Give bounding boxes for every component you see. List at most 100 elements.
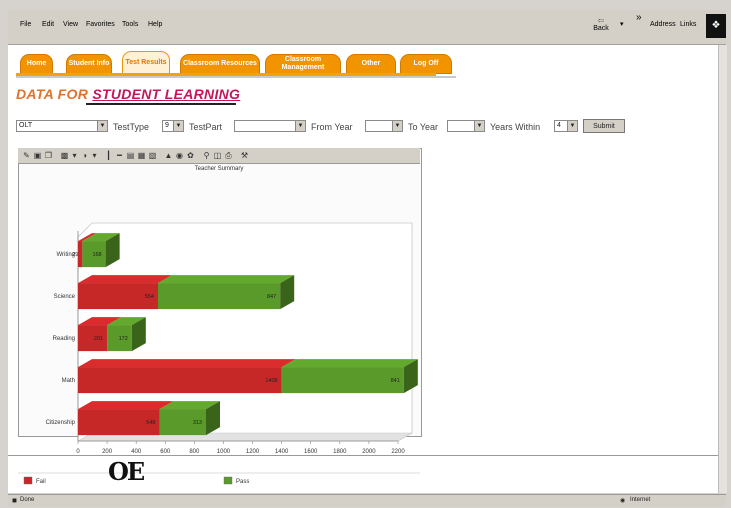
bar-top-face [78, 401, 174, 410]
title-underline [86, 103, 236, 105]
legend-icon[interactable]: ▤ [126, 151, 135, 160]
data-label: 201 [94, 336, 103, 342]
stacked-bar-chart: 0 200 400 600 800 1000 1200 1400 1600 1800 2000 220… [18, 222, 420, 485]
data-grid-icon[interactable]: ▦ [137, 151, 146, 160]
to-year-select[interactable]: ▼ [447, 120, 485, 132]
to-year-label: To Year [408, 122, 439, 132]
menu-tools[interactable]: Tools [122, 21, 138, 28]
windows-logo-icon: ❖ [706, 14, 726, 38]
tab-test-results[interactable]: Test Results [122, 51, 170, 75]
chevron-down-icon: ▼ [474, 121, 484, 131]
preview-icon[interactable]: ◫ [213, 151, 222, 160]
palette-dropdown-icon[interactable]: ▾ [90, 151, 99, 160]
page-content: Home Student Info Test Results Classroom… [8, 45, 718, 493]
chart-title: Teacher Summary [194, 166, 244, 172]
zone-text: Internet [630, 497, 651, 503]
submit-button[interactable]: Submit [583, 119, 625, 133]
text-icon[interactable]: ▧ [148, 151, 157, 160]
bar-segment [78, 367, 282, 394]
data-label: 548 [146, 420, 155, 426]
bar-segment [78, 241, 83, 268]
category-label: Writing [56, 252, 75, 258]
years-within-select[interactable]: 4 ▼ [554, 120, 578, 132]
page-status-icon: ◼ [12, 498, 17, 504]
grid-vertical-icon[interactable]: ┃ [104, 151, 113, 160]
test-type-label: TestType [113, 122, 150, 132]
data-label: 554 [145, 294, 154, 300]
color-icon[interactable]: ✿ [186, 151, 195, 160]
status-text: Done [20, 497, 35, 503]
tools-icon[interactable]: ⚒ [240, 151, 249, 160]
legend-swatch [223, 476, 233, 485]
zoom-icon[interactable]: ⚲ [202, 151, 211, 160]
menu-file[interactable]: File [20, 21, 31, 28]
chevron-down-icon: ▼ [173, 121, 183, 131]
chevron-down-icon: ▼ [295, 121, 305, 131]
tab-other[interactable]: Other [346, 54, 396, 74]
browser-toolbar: File Edit View Favorites Tools Help ⇦ Ba… [8, 10, 726, 45]
tab-divider [16, 76, 456, 78]
data-label: 168 [92, 252, 101, 258]
menu-edit[interactable]: Edit [42, 21, 54, 28]
category-label: Science [54, 294, 76, 300]
bar-top-face [158, 275, 295, 284]
vertical-scrollbar[interactable] [718, 45, 727, 493]
tab-classroom-resources[interactable]: Classroom Resources [180, 54, 260, 74]
grid-horizontal-icon[interactable]: ━ [115, 151, 124, 160]
page-title-emphasis: STUDENT LEARNING [92, 86, 241, 102]
print-icon[interactable]: ⎙ [224, 151, 233, 160]
legend-swatch [23, 476, 33, 485]
copy-icon[interactable]: ❐ [44, 151, 53, 160]
page-title-prefix: DATA FOR [16, 86, 93, 102]
data-label: 847 [267, 294, 276, 300]
menu-view[interactable]: View [63, 21, 78, 28]
back-button[interactable]: ⇦ Back [590, 16, 612, 32]
zone-icon: ◉ [620, 498, 626, 504]
back-arrow-icon: ⇦ [597, 16, 605, 25]
from-year-label: From Year [311, 122, 353, 132]
chevron-down-icon: ▼ [392, 121, 402, 131]
data-label: 1408 [265, 378, 277, 384]
address-label: Address [650, 21, 676, 28]
chart-type-icon[interactable]: ▩ [60, 151, 69, 160]
oe-logo: OE [108, 457, 145, 486]
menu-help[interactable]: Help [148, 21, 162, 28]
data-label: 313 [193, 420, 202, 426]
test-part-select[interactable]: ▼ [234, 120, 306, 132]
3d-icon[interactable]: ▲ [164, 151, 173, 160]
legend-label: Fail [36, 479, 46, 485]
bar-top-face [78, 359, 296, 368]
tab-log-off[interactable]: Log Off [400, 54, 452, 74]
legend-label: Pass [236, 479, 249, 485]
test-type-select[interactable]: 9 ▼ [162, 120, 184, 132]
rotate-icon[interactable]: ◉ [175, 151, 184, 160]
chevron-down-icon: ▼ [97, 121, 107, 131]
from-year-select[interactable]: ▼ [365, 120, 403, 132]
bar-segment [281, 367, 404, 394]
status-bar: ◼ Done ◉ Internet [8, 494, 726, 507]
links-label[interactable]: Links [680, 21, 696, 28]
tab-home[interactable]: Home [20, 54, 53, 74]
chart-type-dropdown-icon[interactable]: ▾ [70, 151, 79, 160]
test-part-label: TestPart [189, 122, 223, 132]
back-dropdown-icon[interactable]: ▾ [620, 20, 624, 28]
save-icon[interactable]: ▣ [33, 151, 42, 160]
category-label: Math [62, 378, 75, 384]
toolbar-chevron-icon[interactable]: » [636, 12, 642, 23]
chevron-down-icon: ▼ [567, 121, 577, 131]
category-label: Citizenship [46, 420, 76, 426]
edit-icon[interactable]: ✎ [22, 151, 31, 160]
tab-student-info[interactable]: Student Info [66, 54, 112, 74]
footer-divider [8, 455, 718, 456]
category-label: Reading [53, 336, 75, 342]
test-select[interactable]: OLT ▼ [16, 120, 108, 132]
menu-favorites[interactable]: Favorites [86, 21, 115, 28]
tab-classroom-management[interactable]: Classroom Management [265, 54, 341, 74]
data-label: 841 [391, 378, 400, 384]
chart-toolbar: ✎ ▣ ❐ ▩ ▾ ◑ ▾ ┃ ━ ▤ ▦ ▧ ▲ ◉ ✿ ⚲ ◫ ⎙ ⚒ [18, 148, 420, 164]
bar-segment [158, 283, 281, 310]
page-title: DATA FOR STUDENT LEARNING [16, 86, 240, 102]
palette-icon[interactable]: ◑ [80, 151, 89, 160]
years-within-label: Years Within [490, 122, 541, 132]
data-label: 172 [119, 336, 128, 342]
